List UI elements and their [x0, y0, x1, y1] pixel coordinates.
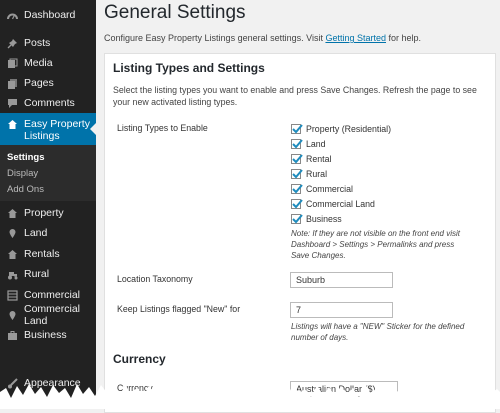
intro-before: Configure Easy Property Listings general…	[104, 33, 326, 43]
dashboard-icon	[7, 10, 18, 21]
admin-sidebar: Dashboard Posts Media Pages Comments Eas…	[0, 0, 96, 409]
sidebar-item-business[interactable]: Business	[0, 325, 96, 345]
option-land[interactable]: Land	[291, 138, 326, 150]
option-commercial-land[interactable]: Commercial Land	[291, 198, 375, 210]
getting-started-link[interactable]: Getting Started	[325, 33, 386, 43]
sidebar-item-label: Business	[24, 329, 67, 341]
submenu: Settings Display Add Ons	[0, 145, 96, 201]
house-icon	[7, 249, 18, 260]
checkbox[interactable]	[291, 124, 303, 134]
house-icon	[7, 119, 18, 133]
submenu-item-add-ons[interactable]: Add Ons	[7, 184, 44, 195]
building-icon	[7, 289, 18, 301]
submenu-item-settings[interactable]: Settings	[7, 152, 44, 163]
sidebar-item-pages[interactable]: Pages	[0, 73, 96, 93]
tractor-icon	[7, 269, 18, 280]
media-icon	[7, 58, 18, 69]
sidebar-item-label: Posts	[24, 37, 51, 49]
comment-icon	[7, 98, 18, 109]
torn-edge	[0, 384, 500, 409]
sidebar-item-label: Commercial	[24, 289, 81, 301]
map-pin-icon	[7, 228, 18, 239]
option-rural[interactable]: Rural	[291, 168, 327, 180]
option-label: Business	[306, 214, 342, 224]
permalinks-note: Note: If they are not visible on the fro…	[291, 228, 491, 261]
location-taxonomy-input[interactable]: Suburb	[290, 272, 393, 288]
sidebar-item-rentals[interactable]: Rentals	[0, 244, 96, 264]
submenu-item-display[interactable]: Display	[7, 168, 38, 179]
sidebar-item-label: Pages	[24, 77, 54, 89]
checkbox[interactable]	[291, 169, 303, 179]
sidebar-item-label: Land	[24, 227, 48, 239]
help-line: number of days.	[291, 333, 349, 342]
new-flag-days-input[interactable]: 7	[290, 302, 393, 318]
sidebar-item-label: Rural	[24, 268, 50, 280]
option-business[interactable]: Business	[291, 213, 342, 225]
sidebar-item-commercial-land[interactable]: Commercial Land	[0, 303, 96, 327]
section-heading-listing-types: Listing Types and Settings	[113, 61, 265, 75]
sidebar-item-media[interactable]: Media	[0, 53, 96, 73]
option-rental[interactable]: Rental	[291, 153, 331, 165]
sidebar-item-label: Easy Property	[24, 118, 90, 130]
sidebar-item-property[interactable]: Property	[0, 203, 96, 223]
sidebar-item-rural[interactable]: Rural	[0, 264, 96, 284]
sidebar-item-easy-property-listings[interactable]: Easy Property Listings	[0, 113, 96, 145]
sidebar-item-label: Commercial Land	[24, 303, 81, 327]
checkbox[interactable]	[291, 139, 303, 149]
section-heading-currency: Currency	[113, 352, 166, 366]
new-flag-help: Listings will have a "NEW" Sticker for t…	[291, 321, 491, 343]
pages-icon	[7, 78, 18, 89]
briefcase-icon	[7, 330, 18, 341]
note-line: Save Changes.	[291, 251, 346, 260]
option-commercial[interactable]: Commercial	[291, 183, 353, 195]
sidebar-item-label: Property	[24, 207, 64, 219]
intro-text: Configure Easy Property Listings general…	[104, 33, 421, 43]
sidebar-item-posts[interactable]: Posts	[0, 33, 96, 53]
checkbox[interactable]	[291, 199, 303, 209]
current-arrow	[90, 123, 96, 135]
option-label: Property (Residential)	[306, 124, 392, 134]
option-label: Commercial	[306, 184, 353, 194]
option-label: Land	[306, 139, 326, 149]
sidebar-item-dashboard[interactable]: Dashboard	[0, 5, 96, 25]
checkbox[interactable]	[291, 184, 303, 194]
note-line: Dashboard > Settings > Permalinks and pr…	[291, 240, 455, 249]
intro-after: for help.	[386, 33, 422, 43]
checkbox[interactable]	[291, 214, 303, 224]
section-description: Select the listing types you want to ena…	[113, 85, 477, 107]
page-title: General Settings	[104, 2, 246, 23]
option-label: Commercial Land	[306, 199, 375, 209]
checkbox[interactable]	[291, 154, 303, 164]
house-icon	[7, 208, 18, 219]
help-line: Listings will have a "NEW" Sticker for t…	[291, 322, 465, 331]
sidebar-item-comments[interactable]: Comments	[0, 93, 96, 113]
sidebar-item-label: Dashboard	[24, 9, 76, 21]
new-flag-label: Keep Listings flagged "New" for	[117, 304, 241, 314]
note-line: Note: If they are not visible on the fro…	[291, 229, 460, 238]
sidebar-item-label: Comments	[24, 97, 75, 109]
option-property-residential[interactable]: Property (Residential)	[291, 123, 391, 135]
sidebar-item-label: Rentals	[24, 248, 60, 260]
pushpin-icon	[7, 38, 18, 49]
sidebar-item-label: Listings	[24, 130, 60, 142]
sidebar-item-land[interactable]: Land	[0, 223, 96, 243]
listing-types-label: Listing Types to Enable	[117, 123, 208, 133]
sidebar-item-commercial[interactable]: Commercial	[0, 285, 96, 305]
location-taxonomy-label: Location Taxonomy	[117, 274, 193, 284]
sidebar-item-label: Media	[24, 57, 53, 69]
option-label: Rental	[306, 154, 332, 164]
option-label: Rural	[306, 169, 328, 179]
map-pin-icon	[7, 310, 18, 321]
